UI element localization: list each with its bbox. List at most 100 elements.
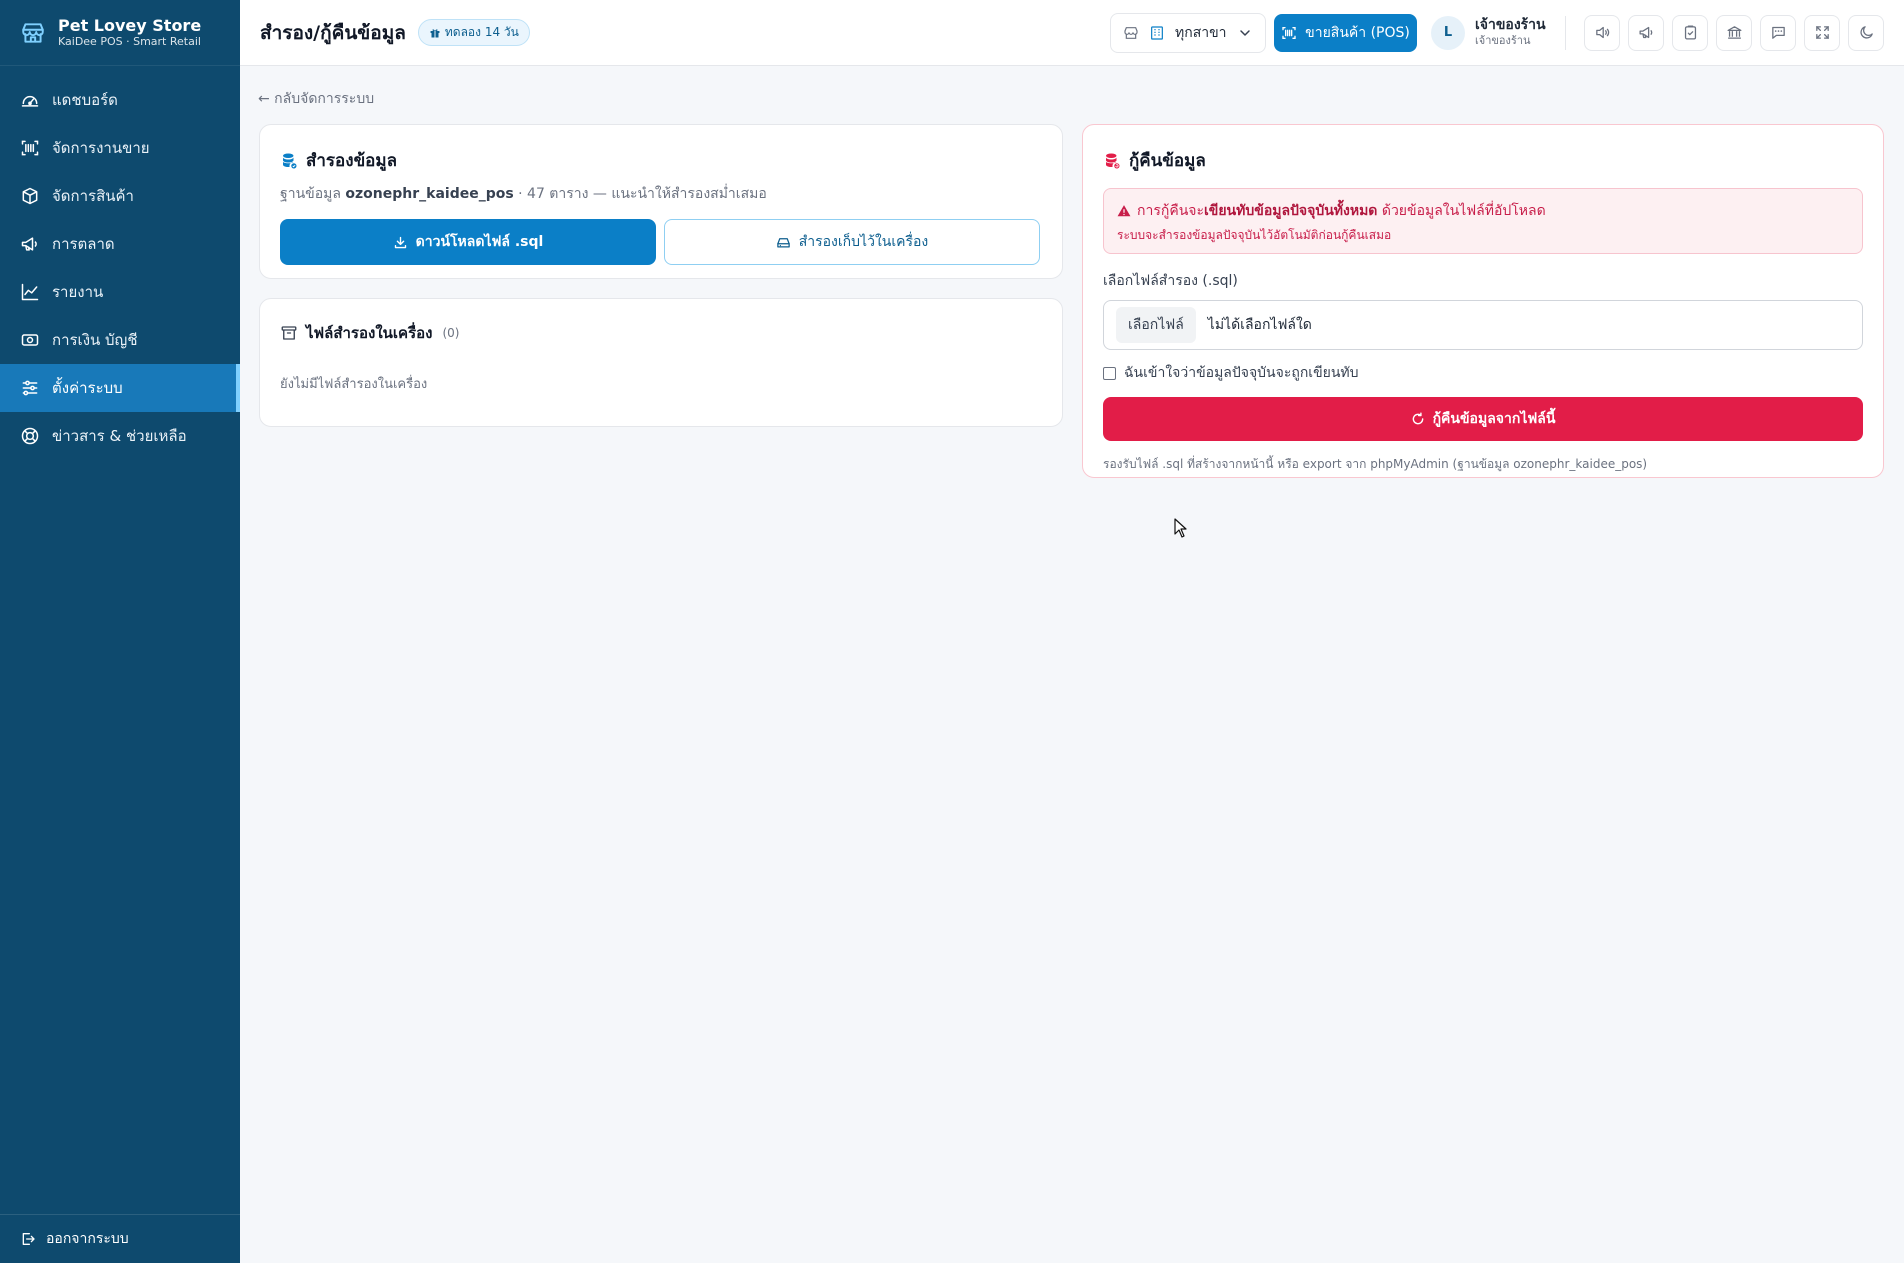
mouse-cursor-icon xyxy=(1174,518,1187,538)
download-sql-button[interactable]: ดาวน์โหลดไฟล์ .sql xyxy=(280,219,656,265)
sidebar-item-label: แดชบอร์ด xyxy=(52,91,118,109)
brand[interactable]: Pet Lovey Store KaiDee POS · Smart Retai… xyxy=(0,0,240,66)
store-icon xyxy=(1123,25,1139,41)
local-backup-label: สำรองเก็บไว้ในเครื่อง xyxy=(798,234,929,250)
fullscreen-button[interactable] xyxy=(1804,14,1840,51)
tasks-button[interactable] xyxy=(1672,14,1708,51)
sidebar-item-dashboard[interactable]: แดชบอร์ด xyxy=(0,76,240,124)
warning-text-bold: เขียนทับข้อมูลปัจจุบันทั้งหมด xyxy=(1204,203,1378,219)
sidebar: Pet Lovey Store KaiDee POS · Smart Retai… xyxy=(0,0,240,1263)
sidebar-item-settings[interactable]: ตั้งค่าระบบ xyxy=(0,364,240,412)
chevron-down-icon xyxy=(1237,25,1253,41)
backup-card: สำรองข้อมูล ฐานข้อมูล ozonephr_kaidee_po… xyxy=(259,124,1063,279)
fullscreen-icon xyxy=(1814,24,1831,41)
chart-line-icon xyxy=(20,282,40,302)
barcode-scan-icon xyxy=(20,138,40,158)
download-sql-label: ดาวน์โหลดไฟล์ .sql xyxy=(415,234,544,250)
moon-icon xyxy=(1858,24,1875,41)
database-icon xyxy=(280,152,298,170)
warning-subtext: ระบบจะสำรองข้อมูลปัจจุบันไว้อัตโนมัติก่อ… xyxy=(1117,228,1392,242)
logout-label: ออกจากระบบ xyxy=(46,1231,129,1247)
refresh-icon xyxy=(1411,412,1425,426)
package-icon xyxy=(20,186,40,206)
overwrite-warning: การกู้คืนจะเขียนทับข้อมูลปัจจุบันทั้งหมด… xyxy=(1103,188,1863,254)
local-files-count: (0) xyxy=(442,326,460,340)
trial-badge-label: ทดลอง 14 วัน xyxy=(444,25,519,39)
restore-card-title: กู้คืนข้อมูล xyxy=(1103,147,1863,174)
db-suffix: · 47 ตาราง — แนะนำให้สำรองสม่ำเสมอ xyxy=(518,186,767,202)
backup-file-input[interactable]: เลือกไฟล์ ไม่ได้เลือกไฟล์ใด xyxy=(1103,300,1863,350)
local-files-card: ไฟล์สำรองในเครื่อง (0) ยังไม่มีไฟล์สำรอง… xyxy=(259,298,1063,427)
brand-subtitle: KaiDee POS · Smart Retail xyxy=(58,35,201,48)
user-role: เจ้าของร้าน xyxy=(1475,34,1531,47)
warning-line: การกู้คืนจะเขียนทับข้อมูลปัจจุบันทั้งหมด… xyxy=(1117,200,1849,222)
user-menu[interactable]: L เจ้าของร้าน เจ้าของร้าน xyxy=(1431,15,1561,50)
sidebar-item-finance[interactable]: การเงิน บัญชี xyxy=(0,316,240,364)
sidebar-item-label: ข่าวสาร & ช่วยเหลือ xyxy=(52,427,187,445)
file-input-value: ไม่ได้เลือกไฟล์ใด xyxy=(1207,317,1312,333)
avatar: L xyxy=(1431,15,1465,50)
confirm-overwrite-label: ฉันเข้าใจว่าข้อมูลปัจจุบันจะถูกเขียนทับ xyxy=(1124,365,1359,381)
restore-button-label: กู้คืนข้อมูลจากไฟล์นี้ xyxy=(1432,411,1556,427)
chat-icon xyxy=(1770,24,1787,41)
local-files-title: ไฟล์สำรองในเครื่อง (0) xyxy=(280,321,1042,345)
file-field-label: เลือกไฟล์สำรอง (.sql) xyxy=(1103,273,1238,289)
database-restore-icon xyxy=(1103,152,1121,170)
pos-button-label: ขายสินค้า (POS) xyxy=(1305,24,1410,41)
messages-button[interactable] xyxy=(1760,14,1796,51)
sidebar-item-marketing[interactable]: การตลาด xyxy=(0,220,240,268)
choose-file-button[interactable]: เลือกไฟล์ xyxy=(1116,307,1196,343)
logout-button[interactable]: ออกจากระบบ xyxy=(0,1214,240,1263)
restore-card: กู้คืนข้อมูล การกู้คืนจะเขียนทับข้อมูลปั… xyxy=(1082,124,1884,478)
restore-button[interactable]: กู้คืนข้อมูลจากไฟล์นี้ xyxy=(1103,397,1863,441)
branch-select-value: ทุกสาขา xyxy=(1175,24,1227,41)
warning-text-pre: การกู้คืนจะ xyxy=(1137,203,1204,219)
warning-text: การกู้คืนจะเขียนทับข้อมูลปัจจุบันทั้งหมด… xyxy=(1137,200,1546,222)
sidebar-item-reports[interactable]: รายงาน xyxy=(0,268,240,316)
restore-hint: รองรับไฟล์ .sql ที่สร้างจากหน้านี้ หรือ … xyxy=(1103,457,1648,471)
announcements-button[interactable] xyxy=(1628,14,1664,51)
sidebar-item-label: จัดการสินค้า xyxy=(52,187,134,205)
hard-drive-icon xyxy=(776,235,791,250)
sidebar-item-label: รายงาน xyxy=(52,283,104,301)
speaker-icon xyxy=(1594,24,1611,41)
megaphone-icon xyxy=(1638,24,1655,41)
sidebar-nav: แดชบอร์ด จัดการงานขาย จัดการสินค้า การตล… xyxy=(0,66,240,460)
sound-button[interactable] xyxy=(1584,14,1620,51)
divider xyxy=(1565,15,1566,50)
logout-icon xyxy=(20,1231,36,1247)
sidebar-item-label: จัดการงานขาย xyxy=(52,139,150,157)
barcode-scan-icon xyxy=(1281,25,1297,41)
sliders-icon xyxy=(20,378,40,398)
backup-title: สำรองข้อมูล xyxy=(306,151,398,171)
bank-button[interactable] xyxy=(1716,14,1752,51)
sidebar-item-label: การเงิน บัญชี xyxy=(52,331,138,349)
topbar: สำรอง/กู้คืนข้อมูล ทดลอง 14 วัน ทุกสาขา … xyxy=(240,0,1904,66)
db-name: ozonephr_kaidee_pos xyxy=(345,186,514,202)
branch-select[interactable]: ทุกสาขา xyxy=(1110,12,1266,53)
local-files-title-text: ไฟล์สำรองในเครื่อง xyxy=(306,324,433,342)
db-prefix: ฐานข้อมูล xyxy=(280,186,341,202)
confirm-overwrite-checkbox[interactable] xyxy=(1103,366,1116,380)
restore-title: กู้คืนข้อมูล xyxy=(1129,151,1206,171)
archive-icon xyxy=(280,324,298,342)
building-icon xyxy=(1149,25,1165,41)
brand-name: Pet Lovey Store xyxy=(58,16,202,35)
store-icon xyxy=(20,20,46,46)
backup-actions: ดาวน์โหลดไฟล์ .sql สำรองเก็บไว้ในเครื่อง xyxy=(280,219,1042,265)
theme-toggle-button[interactable] xyxy=(1848,14,1884,51)
trial-badge[interactable]: ทดลอง 14 วัน xyxy=(417,19,530,46)
confirm-overwrite-row[interactable]: ฉันเข้าใจว่าข้อมูลปัจจุบันจะถูกเขียนทับ xyxy=(1103,362,1863,384)
pos-button[interactable]: ขายสินค้า (POS) xyxy=(1274,13,1417,52)
back-to-system-link[interactable]: ← กลับจัดการระบบ xyxy=(258,88,374,110)
local-backup-button[interactable]: สำรองเก็บไว้ในเครื่อง xyxy=(664,219,1040,265)
clipboard-check-icon xyxy=(1682,24,1699,41)
sidebar-item-products[interactable]: จัดการสินค้า xyxy=(0,172,240,220)
megaphone-icon xyxy=(20,234,40,254)
sidebar-item-label: ตั้งค่าระบบ xyxy=(52,379,123,397)
sidebar-item-sales[interactable]: จัดการงานขาย xyxy=(0,124,240,172)
sidebar-item-help[interactable]: ข่าวสาร & ช่วยเหลือ xyxy=(0,412,240,460)
money-icon xyxy=(20,330,40,350)
backup-card-title: สำรองข้อมูล xyxy=(280,147,1042,174)
page-title: สำรอง/กู้คืนข้อมูล xyxy=(260,21,406,44)
